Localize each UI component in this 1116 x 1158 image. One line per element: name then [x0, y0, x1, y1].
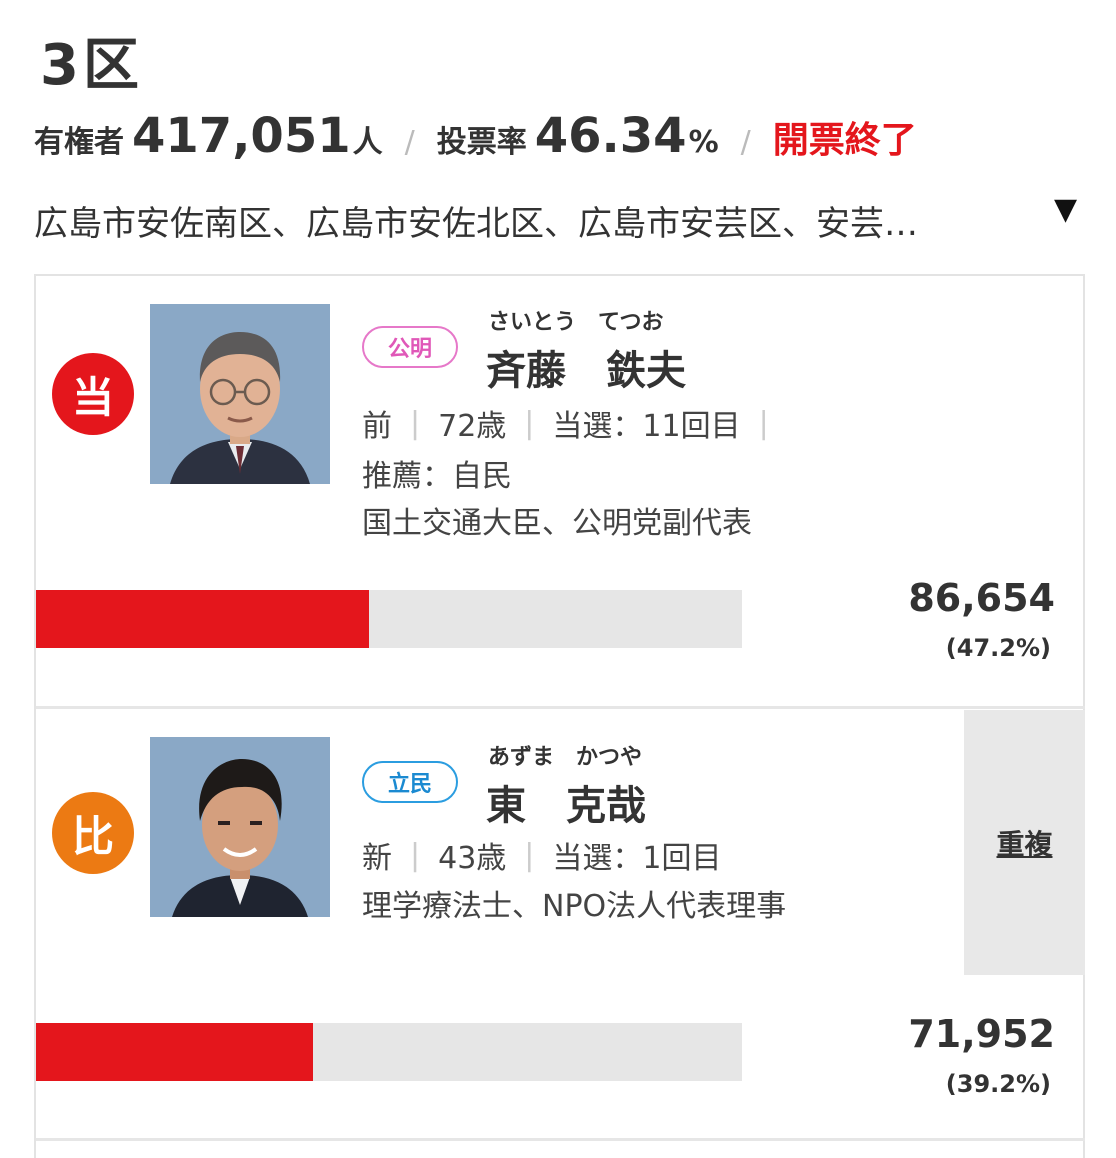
candidate-photo — [150, 304, 330, 484]
vote-count: 86,654 — [908, 576, 1055, 620]
divider: | — [410, 837, 421, 873]
candidate-name: 東 克哉 — [486, 783, 646, 829]
elected-count: 当選：1回目 — [552, 841, 722, 876]
career: 理学療法士、NPO法人代表理事 — [362, 889, 787, 924]
divider: | — [524, 405, 535, 441]
vote-share-fill — [36, 590, 370, 648]
turnout-label: 投票率 — [436, 125, 527, 160]
electorate-label: 有権者 — [34, 125, 124, 160]
incumbency-status: 新 — [362, 841, 392, 876]
elected-count: 当選：11回目 — [552, 409, 741, 444]
candidate-photo — [150, 737, 330, 917]
candidate-age: 72歳 — [438, 409, 507, 444]
district-stats: 有権者 417,051 人 / 投票率 46.34 % / 開票終了 — [34, 108, 917, 164]
candidate-age: 43歳 — [438, 841, 507, 876]
expand-areas-toggle[interactable]: ▼ — [1054, 192, 1077, 227]
duplicate-candidacy-link[interactable]: 重複 — [964, 710, 1085, 975]
candidate-portrait-icon — [150, 304, 330, 484]
vote-share-bar — [36, 590, 742, 648]
vote-percent: (47.2%) — [945, 634, 1051, 662]
career: 国土交通大臣、公明党副代表 — [362, 506, 752, 541]
electorate-unit: 人 — [352, 125, 383, 160]
proportional-badge: 比 — [52, 792, 134, 874]
candidate-profile: 新 | 43歳 | 当選：1回目 — [362, 833, 722, 877]
turnout-unit: % — [688, 125, 719, 160]
divider: | — [758, 405, 769, 441]
district-title: 3区 — [40, 33, 143, 98]
candidate-profile: 前 | 72歳 | 当選：11回目 | — [362, 401, 787, 445]
elected-badge: 当 — [52, 353, 134, 435]
vote-share-bar — [36, 1023, 742, 1081]
divider: | — [524, 837, 535, 873]
candidate-name-kana: さいとう てつお — [488, 310, 664, 335]
party-label: 立民 — [362, 761, 458, 803]
district-areas: 広島市安佐南区、広島市安佐北区、広島市安芸区、安芸… — [34, 204, 918, 244]
vote-count: 71,952 — [908, 1012, 1055, 1056]
count-status: 開票終了 — [772, 120, 917, 161]
divider: | — [410, 405, 421, 441]
candidate-card: 当 公明 さいとう てつお 斉藤 鉄夫 前 | 72歳 | 当選：11回目 | … — [36, 276, 1085, 709]
recommendation: 推薦：自民 — [362, 459, 512, 494]
vote-percent: (39.2%) — [945, 1070, 1051, 1098]
candidate-list: 当 公明 さいとう てつお 斉藤 鉄夫 前 | 72歳 | 当選：11回目 | … — [34, 274, 1085, 1158]
stats-separator: / — [740, 125, 751, 160]
turnout-value: 46.34 — [534, 108, 687, 164]
candidate-portrait-icon — [150, 737, 330, 917]
incumbency-status: 前 — [362, 409, 392, 444]
candidate-card: 比 立民 あずま かつや 東 克哉 新 | 43歳 | 当選：1回目 理学療法士… — [36, 709, 1085, 1141]
party-label: 公明 — [362, 326, 458, 368]
stats-separator: / — [404, 125, 415, 160]
candidate-name: 斉藤 鉄夫 — [486, 348, 686, 394]
candidate-name-kana: あずま かつや — [488, 745, 643, 770]
electorate-value: 417,051 — [132, 108, 351, 164]
vote-share-fill — [36, 1023, 313, 1081]
